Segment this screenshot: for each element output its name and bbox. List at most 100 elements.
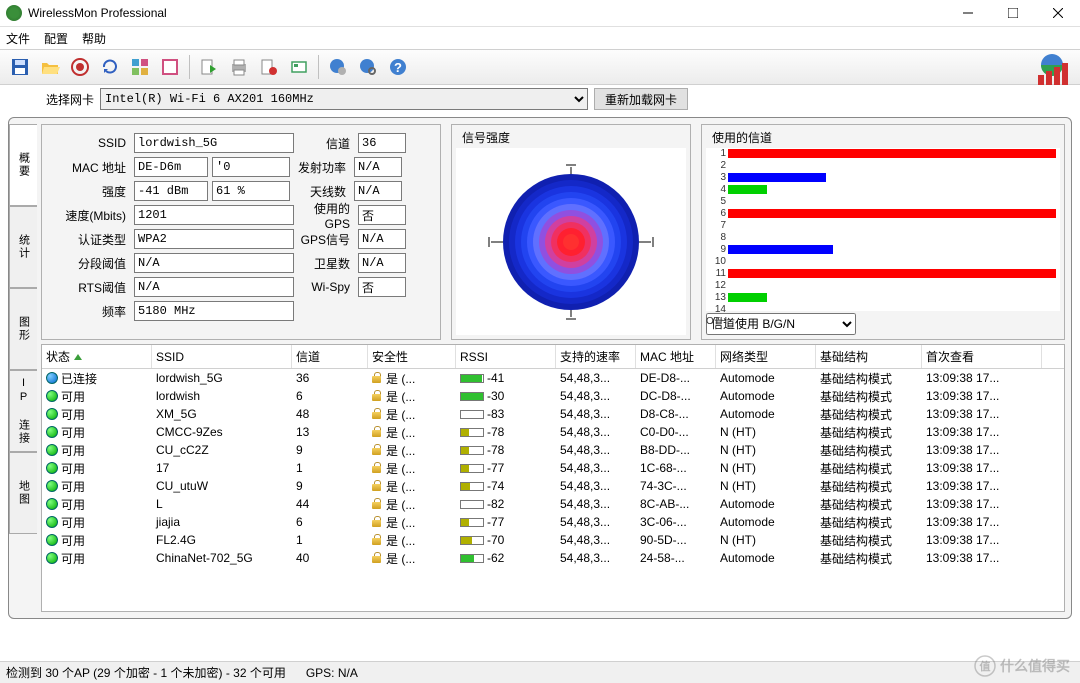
- lock-icon: [372, 552, 383, 564]
- tab-stats[interactable]: 统计: [9, 206, 37, 288]
- close-button[interactable]: [1035, 0, 1080, 27]
- refresh-icon[interactable]: [96, 53, 124, 81]
- rssi-bar-icon: [460, 500, 484, 509]
- wispy-field[interactable]: [358, 277, 406, 297]
- ssid-label: SSID: [50, 136, 130, 150]
- record-icon[interactable]: [255, 53, 283, 81]
- mac-field-1[interactable]: [134, 157, 208, 177]
- th-ssid[interactable]: SSID: [152, 345, 292, 368]
- table-row[interactable]: 可用XM_5G48 是 (... -8354,48,3...D8-C8-...A…: [42, 405, 1064, 423]
- mac-field-2[interactable]: [212, 157, 290, 177]
- th-rate[interactable]: 支持的速率: [556, 345, 636, 368]
- adapter-label: 选择网卡: [46, 91, 94, 108]
- status-dot-icon: [46, 534, 58, 546]
- lock-icon: [372, 480, 383, 492]
- channel-mode-select[interactable]: 信道使用 B/G/N: [706, 313, 856, 335]
- grid2-icon[interactable]: [156, 53, 184, 81]
- freq-label: 频率: [50, 303, 130, 320]
- table-row[interactable]: 可用lordwish6 是 (... -3054,48,3...DC-D8-..…: [42, 387, 1064, 405]
- status-dot-icon: [46, 444, 58, 456]
- channel-chart: 1234567891011121314OTH: [706, 148, 1060, 311]
- wispy-label: Wi-Spy: [298, 280, 354, 294]
- lock-icon: [372, 408, 383, 420]
- th-infra[interactable]: 基础结构: [816, 345, 922, 368]
- rssi-bar-icon: [460, 446, 484, 455]
- connection-panel: SSID信道 MAC 地址发射功率 强度天线数 速度(Mbits)使用的GPS …: [41, 124, 441, 340]
- channel-field[interactable]: [358, 133, 406, 153]
- lock-icon: [372, 390, 383, 402]
- table-row[interactable]: 可用CU_cC2Z9 是 (... -7854,48,3...B8-DD-...…: [42, 441, 1064, 459]
- table-header: 状态 SSID 信道 安全性 RSSI 支持的速率 MAC 地址 网络类型 基础…: [42, 345, 1064, 369]
- adapter-select[interactable]: Intel(R) Wi-Fi 6 AX201 160MHz: [100, 88, 588, 110]
- strength-dbm-field[interactable]: [134, 181, 208, 201]
- tab-graph[interactable]: 图形: [9, 288, 37, 370]
- speed-field[interactable]: [134, 205, 294, 225]
- sat-field[interactable]: [358, 253, 406, 273]
- table-row[interactable]: 已连接lordwish_5G36 是 (... -4154,48,3...DE-…: [42, 369, 1064, 387]
- table-row[interactable]: 可用L44 是 (... -8254,48,3...8C-AB-...Autom…: [42, 495, 1064, 513]
- table-row[interactable]: 可用CU_utuW9 是 (... -7454,48,3...74-3C-...…: [42, 477, 1064, 495]
- channel-label: 3: [706, 172, 726, 183]
- rssi-bar-icon: [460, 392, 484, 401]
- rssi-bar-icon: [460, 464, 484, 473]
- frag-field[interactable]: [134, 253, 294, 273]
- table-row[interactable]: 可用jiajia6 是 (... -7754,48,3...3C-06-...A…: [42, 513, 1064, 531]
- open-icon[interactable]: [36, 53, 64, 81]
- rssi-bar-icon: [460, 536, 484, 545]
- th-security[interactable]: 安全性: [368, 345, 456, 368]
- grid1-icon[interactable]: [126, 53, 154, 81]
- menu-file[interactable]: 文件: [6, 30, 30, 47]
- channel-label: 4: [706, 184, 726, 195]
- channel-label: 13: [706, 292, 726, 303]
- th-mac[interactable]: MAC 地址: [636, 345, 716, 368]
- tab-ip[interactable]: IP 连接: [9, 370, 37, 452]
- menu-help[interactable]: 帮助: [82, 30, 106, 47]
- rssi-bar-icon: [460, 374, 484, 383]
- lock-icon: [372, 498, 383, 510]
- status-gps: GPS: N/A: [306, 666, 358, 680]
- globe-gear-icon[interactable]: [324, 53, 352, 81]
- gps-field[interactable]: [358, 205, 406, 225]
- menu-config[interactable]: 配置: [44, 30, 68, 47]
- channel-label: 9: [706, 244, 726, 255]
- status-dot-icon: [46, 552, 58, 564]
- save-icon[interactable]: [6, 53, 34, 81]
- signal-radar: [456, 148, 686, 335]
- tab-map[interactable]: 地图: [9, 452, 37, 534]
- ssid-field[interactable]: [134, 133, 294, 153]
- table-row[interactable]: 可用ChinaNet-702_5G40 是 (... -6254,48,3...…: [42, 549, 1064, 567]
- print-icon[interactable]: [225, 53, 253, 81]
- channel-label: 11: [706, 268, 726, 279]
- auth-field[interactable]: [134, 229, 294, 249]
- gpssig-field[interactable]: [358, 229, 406, 249]
- freq-field[interactable]: [134, 301, 294, 321]
- export-icon[interactable]: [195, 53, 223, 81]
- toolbar-separator: [189, 55, 190, 79]
- txpower-field[interactable]: [354, 157, 402, 177]
- target-icon[interactable]: [66, 53, 94, 81]
- reload-adapter-button[interactable]: 重新加载网卡: [594, 88, 688, 110]
- rts-field[interactable]: [134, 277, 294, 297]
- th-first[interactable]: 首次查看: [922, 345, 1042, 368]
- strength-pct-field[interactable]: [212, 181, 290, 201]
- minimize-button[interactable]: [945, 0, 990, 27]
- tab-summary[interactable]: 概要: [9, 124, 37, 206]
- card-icon[interactable]: [285, 53, 313, 81]
- globe-search-icon[interactable]: [354, 53, 382, 81]
- th-status[interactable]: 状态: [42, 345, 152, 368]
- th-channel[interactable]: 信道: [292, 345, 368, 368]
- svg-text:值: 值: [980, 659, 991, 673]
- table-row[interactable]: 可用FL2.4G1 是 (... -7054,48,3...90-5D-...N…: [42, 531, 1064, 549]
- table-body[interactable]: 已连接lordwish_5G36 是 (... -4154,48,3...DE-…: [42, 369, 1064, 611]
- antenna-field[interactable]: [354, 181, 402, 201]
- table-row[interactable]: 可用CMCC-9Zes13 是 (... -7854,48,3...C0-D0-…: [42, 423, 1064, 441]
- th-nettype[interactable]: 网络类型: [716, 345, 816, 368]
- help-icon[interactable]: ?: [384, 53, 412, 81]
- th-rssi[interactable]: RSSI: [456, 345, 556, 368]
- rssi-bar-icon: [460, 518, 484, 527]
- app-icon: [6, 5, 22, 21]
- maximize-button[interactable]: [990, 0, 1035, 27]
- title-bar: WirelessMon Professional: [0, 0, 1080, 27]
- table-row[interactable]: 可用171 是 (... -7754,48,3...1C-68-...N (HT…: [42, 459, 1064, 477]
- channel-label: OTH: [706, 316, 726, 327]
